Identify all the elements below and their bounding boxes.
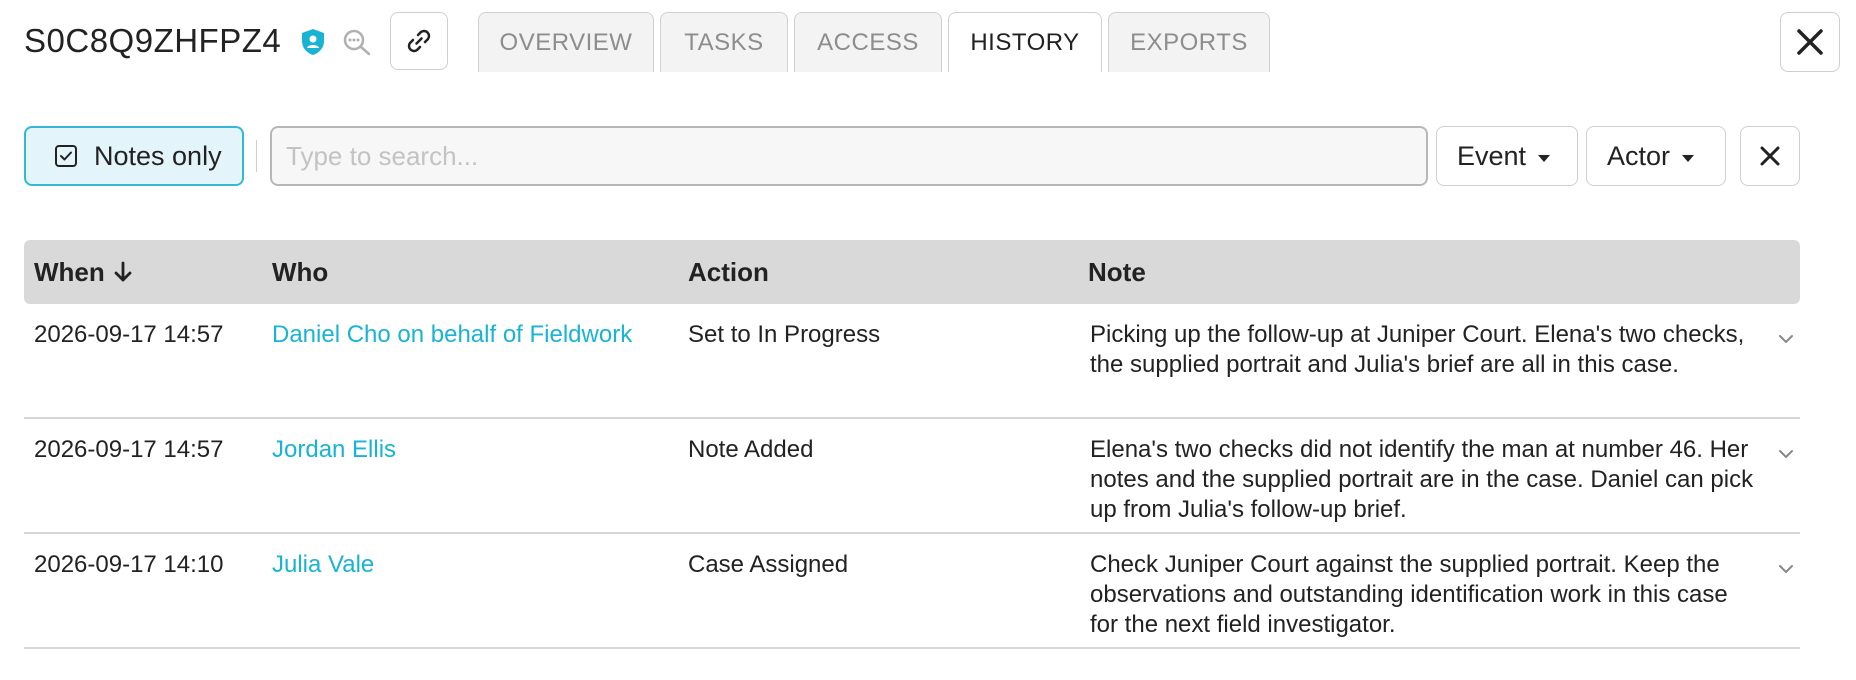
case-id-title: S0C8Q9ZHFPZ4: [24, 22, 282, 59]
row-note: Check Juniper Court against the supplied…: [1090, 551, 1728, 638]
actor-filter-dropdown[interactable]: Actor: [1586, 126, 1726, 186]
notes-only-label: Notes only: [94, 140, 222, 171]
tab-overview[interactable]: OVERVIEW: [478, 12, 654, 72]
table-row[interactable]: 2026-09-17 14:10 Julia Vale Case Assigne…: [24, 534, 1800, 649]
row-when: 2026-09-17 14:57: [34, 436, 224, 463]
chevron-down-icon[interactable]: [1778, 449, 1794, 459]
event-filter-label: Event: [1457, 140, 1527, 171]
column-action[interactable]: Action: [688, 240, 769, 304]
tab-tasks[interactable]: TASKS: [660, 12, 788, 72]
table-row[interactable]: 2026-09-17 14:57 Jordan Ellis Note Added…: [24, 419, 1800, 534]
tab-history[interactable]: HISTORY: [948, 12, 1102, 72]
tab-exports[interactable]: EXPORTS: [1108, 12, 1270, 72]
row-note: Elena's two checks did not identify the …: [1090, 436, 1754, 523]
tab-access[interactable]: ACCESS: [794, 12, 942, 72]
history-table: When Who Action Note 2026-09-17 14:57 Da…: [24, 240, 1800, 649]
close-button[interactable]: [1780, 12, 1840, 72]
row-when: 2026-09-17 14:57: [34, 321, 224, 348]
shield-icon: [302, 29, 324, 55]
inspect-icon[interactable]: [342, 28, 372, 56]
notes-only-toggle[interactable]: Notes only: [24, 126, 244, 186]
column-when[interactable]: When: [34, 240, 133, 304]
chevron-down-icon[interactable]: [1778, 564, 1794, 574]
row-action: Set to In Progress: [688, 321, 881, 348]
event-filter-dropdown[interactable]: Event: [1436, 126, 1578, 186]
filter-toolbar: Notes only Event Actor: [0, 126, 1856, 186]
header: S0C8Q9ZHFPZ4 OVERVIEW TASKS ACCESS HISTO…: [0, 0, 1856, 90]
toolbar-divider: [256, 140, 257, 172]
caret-down-icon: [1538, 155, 1551, 162]
checkbox-icon: [55, 145, 77, 167]
clear-filters-button[interactable]: [1740, 126, 1800, 186]
close-icon: [1797, 29, 1823, 55]
row-action: Note Added: [688, 436, 814, 463]
arrow-down-icon: [114, 261, 132, 282]
row-action: Case Assigned: [688, 551, 849, 578]
copy-link-button[interactable]: [390, 12, 448, 70]
row-when: 2026-09-17 14:10: [34, 551, 224, 578]
caret-down-icon: [1682, 155, 1695, 162]
row-who-link[interactable]: Julia Vale: [272, 550, 374, 580]
column-who[interactable]: Who: [272, 240, 328, 304]
actor-filter-label: Actor: [1607, 140, 1671, 171]
link-icon: [407, 29, 431, 53]
column-note[interactable]: Note: [1088, 240, 1146, 304]
column-when-label: When: [34, 256, 105, 287]
chevron-down-icon[interactable]: [1778, 334, 1794, 344]
table-header: When Who Action Note: [24, 240, 1800, 304]
row-note: Picking up the follow-up at Juniper Cour…: [1090, 321, 1745, 378]
search-input[interactable]: [270, 126, 1428, 186]
row-who-link[interactable]: Daniel Cho on behalf of Fieldwork: [272, 320, 632, 350]
clear-icon: [1760, 146, 1780, 166]
row-who-link[interactable]: Jordan Ellis: [272, 435, 396, 465]
table-row[interactable]: 2026-09-17 14:57 Daniel Cho on behalf of…: [24, 304, 1800, 419]
